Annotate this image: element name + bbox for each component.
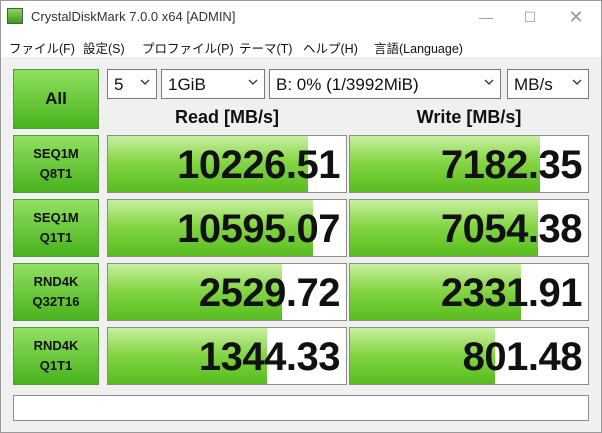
write-result-cell: 7182.35: [349, 135, 589, 193]
maximize-icon[interactable]: ☐: [507, 1, 553, 33]
test-button-seq1m-q8t1[interactable]: SEQ1M Q8T1: [13, 135, 99, 193]
read-result-cell: 2529.72: [107, 263, 347, 321]
close-icon[interactable]: ✕: [553, 1, 599, 33]
menu-file[interactable]: ファイル(F): [9, 38, 75, 57]
test-label-name: SEQ1M: [33, 146, 79, 161]
test-label-queue: Q8T1: [39, 166, 73, 181]
test-count-value: 5: [114, 75, 124, 94]
unit-value: MB/s: [514, 75, 553, 94]
read-result-cell: 10226.51: [107, 135, 347, 193]
run-all-button[interactable]: All: [13, 69, 99, 129]
write-result-value: 2331.91: [440, 271, 583, 315]
write-result-cell: 801.48: [349, 327, 589, 385]
chevron-down-icon: [140, 79, 150, 85]
read-result-value: 1344.33: [198, 335, 341, 379]
chevron-down-icon: [484, 79, 494, 85]
menu-profile[interactable]: プロファイル(P): [142, 38, 234, 57]
menu-help[interactable]: ヘルプ(H): [303, 38, 358, 57]
unit-select[interactable]: MB/s: [507, 69, 589, 99]
test-button-rnd4k-q1t1[interactable]: RND4K Q1T1: [13, 327, 99, 385]
title-bar: CrystalDiskMark 7.0.0 x64 [ADMIN] — ☐ ✕: [1, 1, 601, 33]
test-label-queue: Q1T1: [39, 230, 73, 245]
read-header: Read [MB/s]: [174, 107, 279, 127]
read-result-cell: 1344.33: [107, 327, 347, 385]
read-result-cell: 10595.07: [107, 199, 347, 257]
write-result-value: 7182.35: [440, 143, 583, 187]
menu-theme[interactable]: テーマ(T): [239, 38, 292, 57]
test-count-select[interactable]: 5: [107, 69, 157, 99]
minimize-icon[interactable]: —: [463, 1, 509, 33]
test-label-queue: Q1T1: [39, 358, 73, 373]
test-label-queue: Q32T16: [32, 294, 80, 309]
window-title: CrystalDiskMark 7.0.0 x64 [ADMIN]: [31, 9, 236, 24]
test-size-select[interactable]: 1GiB: [161, 69, 265, 99]
test-size-value: 1GiB: [168, 75, 206, 94]
write-result-value: 801.48: [462, 335, 583, 379]
test-button-rnd4k-q32t16[interactable]: RND4K Q32T16: [13, 263, 99, 321]
write-result-value: 7054.38: [440, 207, 583, 251]
menu-language[interactable]: 言語(Language): [374, 38, 463, 57]
status-bar: [13, 395, 589, 421]
read-result-value: 10226.51: [177, 143, 340, 187]
test-button-seq1m-q1t1[interactable]: SEQ1M Q1T1: [13, 199, 99, 257]
write-result-cell: 7054.38: [349, 199, 589, 257]
chevron-down-icon: [572, 79, 582, 85]
test-label-name: RND4K: [33, 274, 79, 289]
app-window: CrystalDiskMark 7.0.0 x64 [ADMIN] — ☐ ✕ …: [0, 0, 602, 433]
app-logo-icon: [7, 8, 23, 24]
test-label-name: SEQ1M: [33, 210, 79, 225]
write-header: Write [MB/s]: [416, 107, 522, 127]
menu-settings[interactable]: 設定(S): [83, 38, 125, 57]
drive-select[interactable]: B: 0% (1/3992MiB): [269, 69, 501, 99]
read-result-value: 2529.72: [198, 271, 341, 315]
drive-value: B: 0% (1/3992MiB): [276, 75, 419, 94]
read-result-value: 10595.07: [177, 207, 340, 251]
write-result-cell: 2331.91: [349, 263, 589, 321]
test-label-name: RND4K: [33, 338, 79, 353]
menu-bar: ファイル(F) 設定(S) プロファイル(P) テーマ(T) ヘルプ(H) 言語…: [1, 33, 601, 57]
chevron-down-icon: [248, 79, 258, 85]
